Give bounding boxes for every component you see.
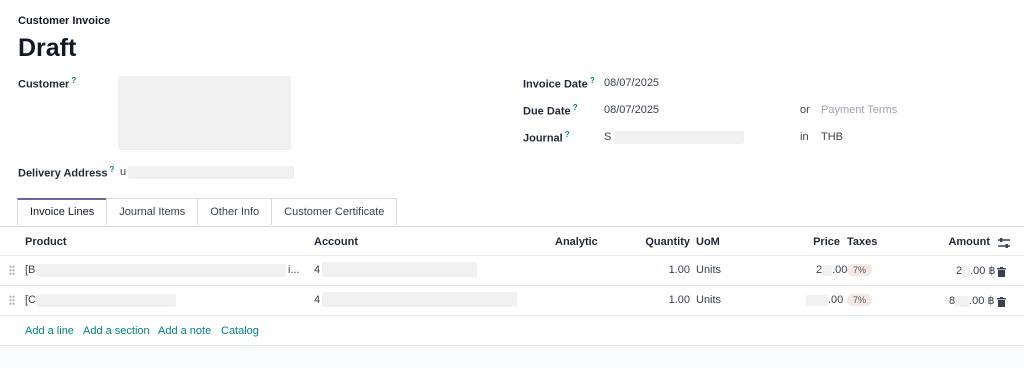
footer-area	[0, 346, 1024, 368]
table-row[interactable]: [B i... 4 1.00 Units 2.00 7% 2.00 ฿	[0, 256, 1024, 285]
in-text: in	[800, 131, 809, 143]
journal-field[interactable]: S	[604, 130, 744, 145]
trash-icon[interactable]	[997, 294, 1006, 307]
row-price[interactable]: .00	[806, 294, 843, 306]
help-tooltip-icon[interactable]: ?	[565, 130, 570, 139]
row-account[interactable]: 4	[314, 264, 320, 276]
col-analytic[interactable]: Analytic	[555, 236, 598, 248]
help-tooltip-icon[interactable]: ?	[109, 165, 114, 174]
document-type: Customer Invoice	[18, 15, 111, 27]
row-uom[interactable]: Units	[696, 294, 721, 306]
col-account[interactable]: Account	[314, 236, 358, 248]
due-date-label: Due Date?	[523, 103, 578, 118]
catalog-link[interactable]: Catalog	[221, 325, 259, 337]
invoice-date-field[interactable]: 08/07/2025	[604, 77, 659, 89]
sliders-icon[interactable]	[998, 236, 1010, 248]
row-uom[interactable]: Units	[696, 264, 721, 276]
invoice-date-label: Invoice Date?	[523, 76, 595, 91]
row-account[interactable]: 4	[314, 294, 320, 306]
row-divider	[0, 315, 1024, 316]
add-section-link[interactable]: Add a section	[83, 325, 150, 337]
row-product[interactable]: [C	[25, 294, 36, 306]
drag-handle-icon[interactable]	[9, 265, 15, 275]
add-note-link[interactable]: Add a note	[158, 325, 211, 337]
col-amount[interactable]: Amount	[948, 236, 990, 248]
drag-handle-icon[interactable]	[9, 295, 15, 305]
tab-journal-items[interactable]: Journal Items	[106, 198, 199, 225]
row-price[interactable]: 2.00	[816, 264, 847, 276]
col-quantity[interactable]: Quantity	[645, 236, 690, 248]
row-quantity[interactable]: 1.00	[669, 294, 690, 306]
col-uom[interactable]: UoM	[696, 236, 720, 248]
tax-badge[interactable]: 7%	[847, 264, 873, 276]
customer-label: Customer?	[18, 76, 77, 91]
payment-terms-field[interactable]: Payment Terms	[821, 104, 897, 116]
or-text: or	[800, 104, 810, 116]
invoice-status-title: Draft	[18, 34, 77, 62]
help-tooltip-icon[interactable]: ?	[573, 103, 578, 112]
col-product[interactable]: Product	[25, 236, 67, 248]
help-tooltip-icon[interactable]: ?	[71, 76, 76, 85]
customer-field[interactable]	[118, 76, 291, 150]
row-product-tail: i...	[288, 264, 300, 276]
notebook-tabs: Invoice Lines Journal Items Other Info C…	[17, 198, 398, 226]
journal-label: Journal?	[523, 130, 570, 145]
due-date-field[interactable]: 08/07/2025	[604, 104, 659, 116]
row-quantity[interactable]: 1.00	[669, 264, 690, 276]
row-amount: 2.00 ฿	[956, 265, 996, 277]
tab-invoice-lines[interactable]: Invoice Lines	[17, 198, 108, 225]
row-amount: 8.00 ฿	[949, 295, 995, 307]
help-tooltip-icon[interactable]: ?	[590, 76, 595, 85]
tab-divider	[0, 226, 1024, 227]
currency-field[interactable]: THB	[821, 131, 843, 143]
tax-badge[interactable]: 7%	[847, 294, 873, 306]
delivery-address-field[interactable]: u	[118, 165, 294, 180]
col-taxes[interactable]: Taxes	[847, 236, 877, 248]
tab-customer-certificate[interactable]: Customer Certificate	[271, 198, 398, 225]
row-product[interactable]: [B	[25, 264, 35, 276]
add-line-link[interactable]: Add a line	[25, 325, 74, 337]
table-row[interactable]: [C 4 1.00 Units .00 7% 8.00 ฿	[0, 286, 1024, 315]
col-price[interactable]: Price	[813, 236, 840, 248]
tab-other-info[interactable]: Other Info	[197, 198, 273, 225]
trash-icon[interactable]	[997, 264, 1006, 277]
delivery-address-label: Delivery Address?	[18, 165, 115, 180]
